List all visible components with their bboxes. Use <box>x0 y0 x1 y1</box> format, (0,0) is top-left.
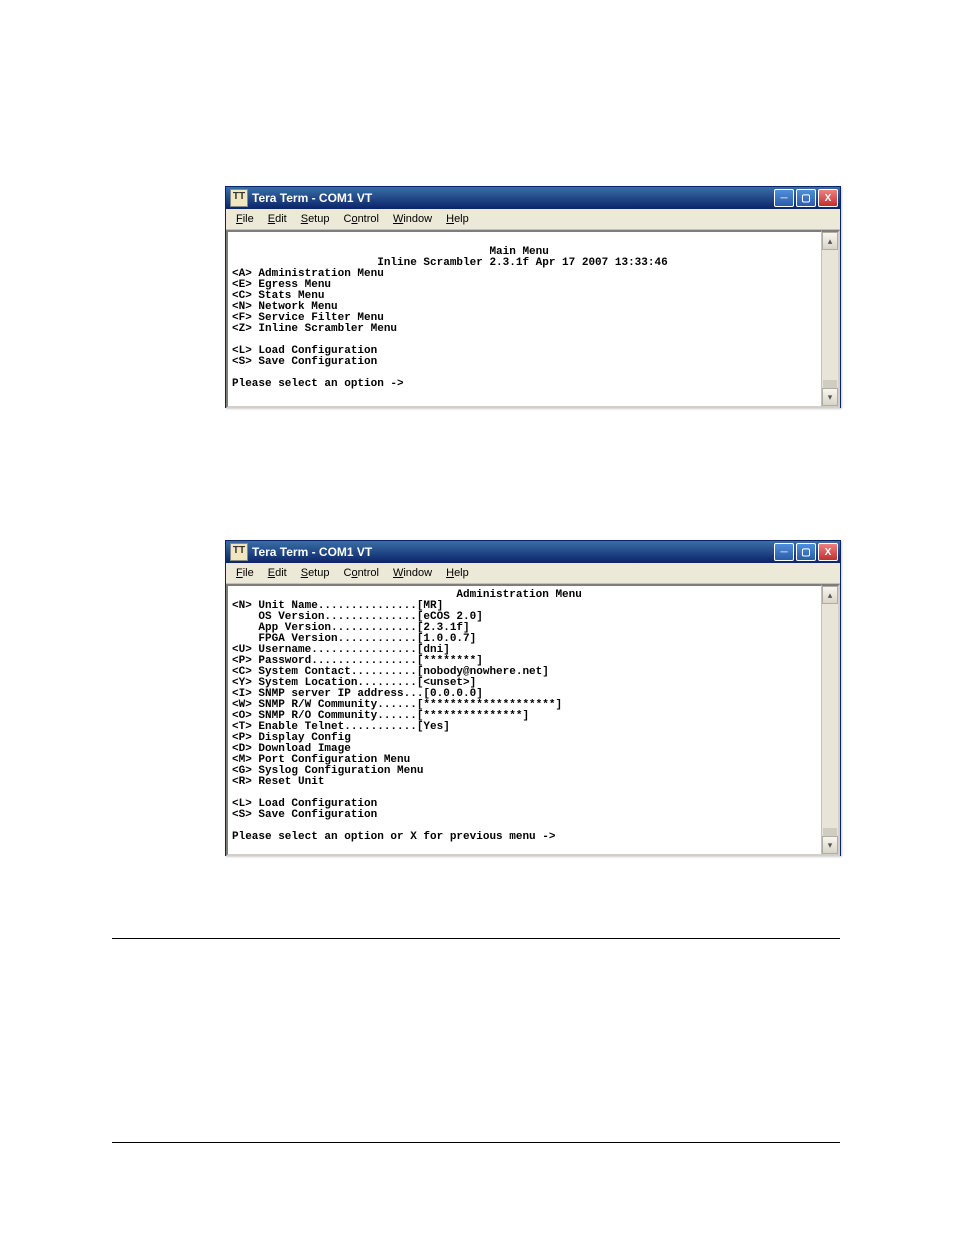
terminal-output[interactable]: Administration Menu <N> Unit Name.......… <box>226 584 821 856</box>
maximize-button[interactable]: ▢ <box>796 543 816 561</box>
scroll-thumb[interactable] <box>823 828 837 836</box>
menu-window[interactable]: Window <box>387 211 438 227</box>
vertical-scrollbar[interactable]: ▴ ▾ <box>821 230 840 408</box>
terminal-window-1: TT Tera Term - COM1 VT ─ ▢ X File Edit S… <box>225 186 841 408</box>
vertical-scrollbar[interactable]: ▴ ▾ <box>821 584 840 856</box>
menu-file[interactable]: File <box>230 211 260 227</box>
app-icon: TT <box>230 543 248 561</box>
menu-control[interactable]: Control <box>337 565 384 581</box>
menu-setup[interactable]: Setup <box>295 211 336 227</box>
scroll-down-button[interactable]: ▾ <box>822 388 838 406</box>
close-button[interactable]: X <box>818 189 838 207</box>
scroll-up-button[interactable]: ▴ <box>822 232 838 250</box>
menubar: File Edit Setup Control Window Help <box>226 209 840 230</box>
window-title: Tera Term - COM1 VT <box>252 545 774 559</box>
terminal-window-2: TT Tera Term - COM1 VT ─ ▢ X File Edit S… <box>225 540 841 856</box>
titlebar[interactable]: TT Tera Term - COM1 VT ─ ▢ X <box>226 187 840 209</box>
menu-edit[interactable]: Edit <box>262 211 293 227</box>
menu-edit[interactable]: Edit <box>262 565 293 581</box>
window-title: Tera Term - COM1 VT <box>252 191 774 205</box>
maximize-button[interactable]: ▢ <box>796 189 816 207</box>
menu-control[interactable]: Control <box>337 211 384 227</box>
close-button[interactable]: X <box>818 543 838 561</box>
menu-help[interactable]: Help <box>440 565 475 581</box>
scroll-down-button[interactable]: ▾ <box>822 836 838 854</box>
scroll-thumb[interactable] <box>823 380 837 388</box>
minimize-button[interactable]: ─ <box>774 543 794 561</box>
menu-help[interactable]: Help <box>440 211 475 227</box>
menu-window[interactable]: Window <box>387 565 438 581</box>
titlebar[interactable]: TT Tera Term - COM1 VT ─ ▢ X <box>226 541 840 563</box>
menu-file[interactable]: File <box>230 565 260 581</box>
menubar: File Edit Setup Control Window Help <box>226 563 840 584</box>
terminal-output[interactable]: Main Menu Inline Scrambler 2.3.1f Apr 17… <box>226 230 821 408</box>
minimize-button[interactable]: ─ <box>774 189 794 207</box>
app-icon: TT <box>230 189 248 207</box>
scroll-up-button[interactable]: ▴ <box>822 586 838 604</box>
menu-setup[interactable]: Setup <box>295 565 336 581</box>
